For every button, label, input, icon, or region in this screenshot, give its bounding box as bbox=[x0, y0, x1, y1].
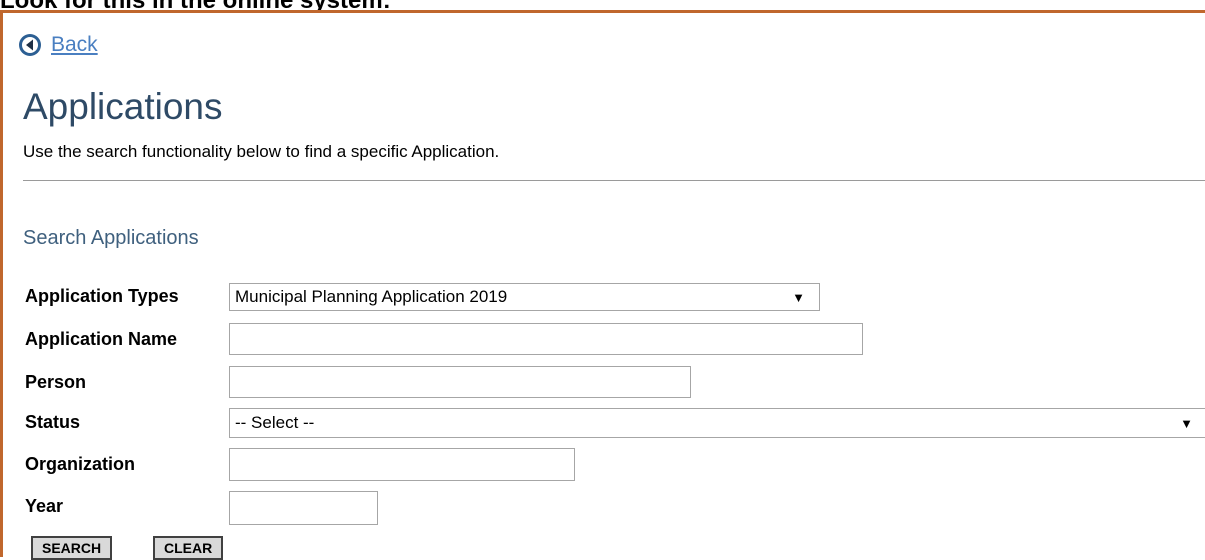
back-link[interactable]: Back bbox=[51, 33, 98, 57]
screenshot-frame: Back Applications Use the search functio… bbox=[0, 10, 1205, 560]
dropdown-arrow-icon: ▼ bbox=[792, 289, 805, 305]
status-label: Status bbox=[25, 412, 81, 432]
search-section-title: Search Applications bbox=[23, 227, 199, 249]
year-label: Year bbox=[25, 496, 64, 516]
dropdown-arrow-icon: ▼ bbox=[1180, 415, 1193, 431]
application-types-label: Application Types bbox=[25, 286, 179, 306]
divider bbox=[23, 180, 1205, 181]
page-description: Use the search functionality below to fi… bbox=[23, 142, 500, 161]
year-input[interactable] bbox=[229, 491, 378, 525]
clear-button[interactable]: CLEAR bbox=[153, 536, 224, 560]
organization-label: Organization bbox=[25, 454, 136, 474]
back-arrow-circle-icon[interactable] bbox=[18, 33, 42, 57]
application-name-input[interactable] bbox=[229, 323, 863, 355]
person-label: Person bbox=[25, 372, 87, 392]
person-input[interactable] bbox=[229, 366, 691, 398]
application-types-value: Municipal Planning Application 2019 bbox=[235, 287, 508, 306]
status-select[interactable]: -- Select -- ▼ bbox=[229, 408, 1205, 438]
status-value: -- Select -- bbox=[235, 413, 315, 432]
search-button[interactable]: SEARCH bbox=[31, 536, 113, 560]
application-types-select[interactable]: Municipal Planning Application 2019 ▼ bbox=[229, 283, 820, 311]
organization-input[interactable] bbox=[229, 448, 575, 481]
back-nav[interactable]: Back bbox=[18, 33, 98, 57]
page-title: Applications bbox=[23, 86, 223, 127]
application-name-label: Application Name bbox=[25, 329, 178, 349]
